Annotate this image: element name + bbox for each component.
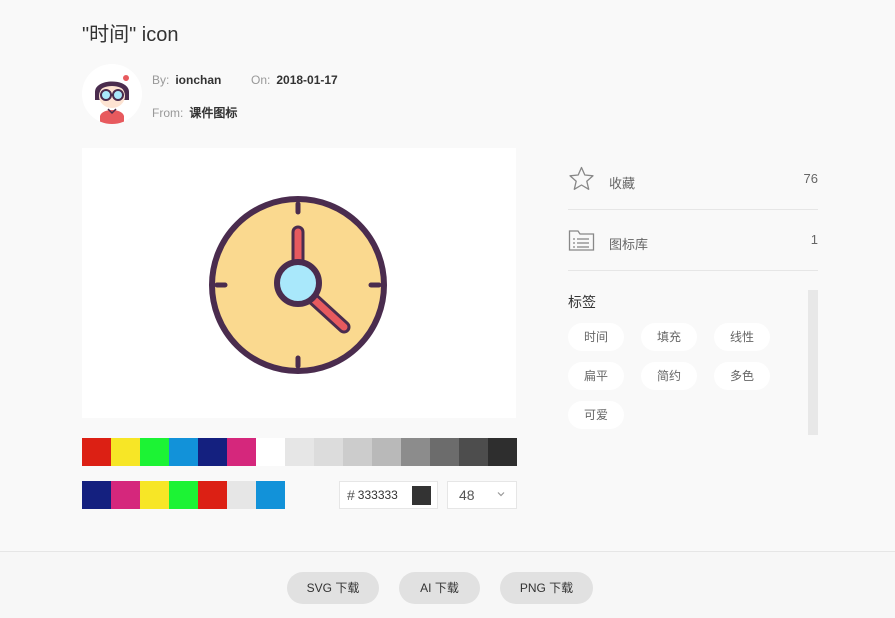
source-link[interactable]: 课件图标 — [189, 106, 237, 120]
tag-item[interactable]: 扁平 — [568, 362, 624, 390]
library-count: 1 — [810, 232, 818, 247]
tags-scrollbar[interactable] — [808, 290, 818, 435]
color-swatch[interactable] — [314, 438, 343, 466]
star-icon[interactable] — [568, 166, 595, 192]
favorite-label: 收藏 — [609, 176, 636, 191]
favorite-count: 76 — [803, 171, 818, 186]
color-swatch[interactable] — [256, 438, 285, 466]
author-link[interactable]: ionchan — [175, 73, 221, 87]
library-row[interactable]: 图标库 1 — [568, 210, 818, 271]
color-hex-input[interactable]: # 333333 — [339, 481, 438, 509]
library-label: 图标库 — [609, 237, 649, 252]
color-swatch[interactable] — [430, 438, 459, 466]
avatar[interactable] — [82, 64, 142, 124]
folder-icon[interactable] — [568, 228, 595, 252]
size-value: 48 — [459, 487, 475, 503]
color-swatch[interactable] — [256, 481, 285, 509]
color-swatch[interactable] — [169, 438, 198, 466]
from-label: From: — [152, 106, 184, 120]
author-meta: By: ionchan — [152, 73, 221, 87]
color-swatch[interactable] — [343, 438, 372, 466]
hash-label: # — [347, 487, 355, 503]
date-value: 2018-01-17 — [276, 73, 338, 87]
color-hex-value: 333333 — [357, 488, 398, 502]
clock-icon — [209, 196, 387, 374]
color-swatch[interactable] — [82, 438, 111, 466]
color-swatch[interactable] — [198, 481, 227, 509]
color-swatch[interactable] — [372, 438, 401, 466]
source-meta: From: 课件图标 — [152, 104, 237, 121]
size-select[interactable]: 48 — [447, 481, 517, 509]
by-label: By: — [152, 73, 170, 87]
color-preview-chip — [412, 486, 431, 505]
page-title: "时间" icon — [82, 24, 179, 46]
on-label: On: — [251, 73, 271, 87]
tag-item[interactable]: 填充 — [641, 323, 697, 351]
color-palette-top — [82, 438, 517, 466]
png-download-button[interactable]: PNG 下载 — [500, 572, 593, 604]
color-swatch[interactable] — [488, 438, 517, 466]
color-swatch[interactable] — [227, 481, 256, 509]
color-swatch[interactable] — [140, 438, 169, 466]
favorite-row[interactable]: 收藏 76 — [568, 149, 818, 210]
color-palette-bottom — [82, 481, 285, 509]
color-swatch[interactable] — [140, 481, 169, 509]
color-swatch[interactable] — [111, 438, 140, 466]
icon-preview — [82, 148, 516, 418]
tag-item[interactable]: 线性 — [714, 323, 770, 351]
ai-download-button[interactable]: AI 下载 — [399, 572, 480, 604]
color-swatch[interactable] — [227, 438, 256, 466]
svg-download-button[interactable]: SVG 下载 — [287, 572, 379, 604]
tag-item[interactable]: 多色 — [714, 362, 770, 390]
tag-item[interactable]: 简约 — [641, 362, 697, 390]
chevron-down-icon — [497, 492, 505, 497]
color-swatch[interactable] — [459, 438, 488, 466]
color-swatch[interactable] — [198, 438, 227, 466]
color-swatch[interactable] — [401, 438, 430, 466]
color-swatch[interactable] — [82, 481, 111, 509]
date-meta: On: 2018-01-17 — [251, 73, 338, 87]
tags-heading: 标签 — [568, 294, 596, 310]
tag-item[interactable]: 时间 — [568, 323, 624, 351]
tag-item[interactable]: 可爱 — [568, 401, 624, 429]
avatar-illustration — [82, 64, 142, 124]
color-swatch[interactable] — [169, 481, 198, 509]
color-swatch[interactable] — [111, 481, 140, 509]
color-swatch[interactable] — [285, 438, 314, 466]
